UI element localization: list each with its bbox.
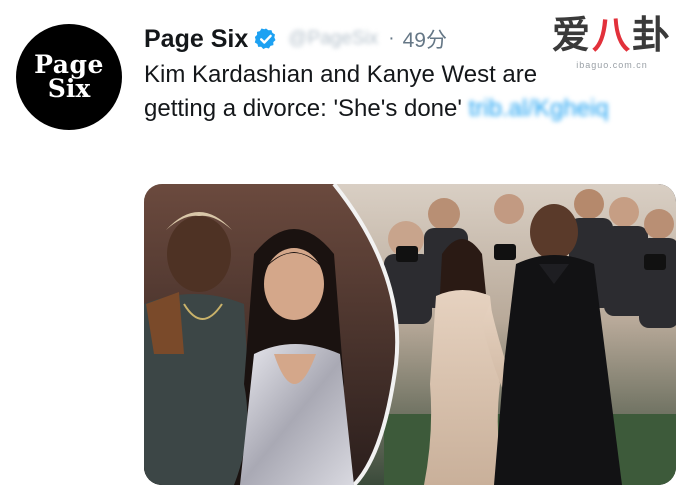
tweet-link[interactable]: trib.al/Kgheiq xyxy=(469,95,609,122)
watermark-char-right: 卦 xyxy=(631,13,672,57)
watermark-logo: 爱八卦 xyxy=(552,14,672,56)
tweet-media-image[interactable] xyxy=(144,184,676,485)
watermark-char-mid: 八 xyxy=(591,13,632,57)
separator-dot: · xyxy=(388,28,395,49)
verified-badge-icon xyxy=(255,28,276,49)
watermark-char-left: 爱 xyxy=(551,13,592,57)
media-photo-collage xyxy=(144,184,676,485)
avatar[interactable]: Page Six xyxy=(16,24,122,130)
avatar-text-line2: Six xyxy=(47,74,91,103)
tweet-body: Kim Kardashian and Kanye West are gettin… xyxy=(144,58,614,126)
tweet-timestamp[interactable]: 49分 xyxy=(403,24,447,54)
account-name[interactable]: Page Six xyxy=(144,25,248,54)
tweet-header: Page Six @PageSix · 49分 xyxy=(144,22,447,56)
account-handle[interactable]: @PageSix xyxy=(288,28,378,50)
